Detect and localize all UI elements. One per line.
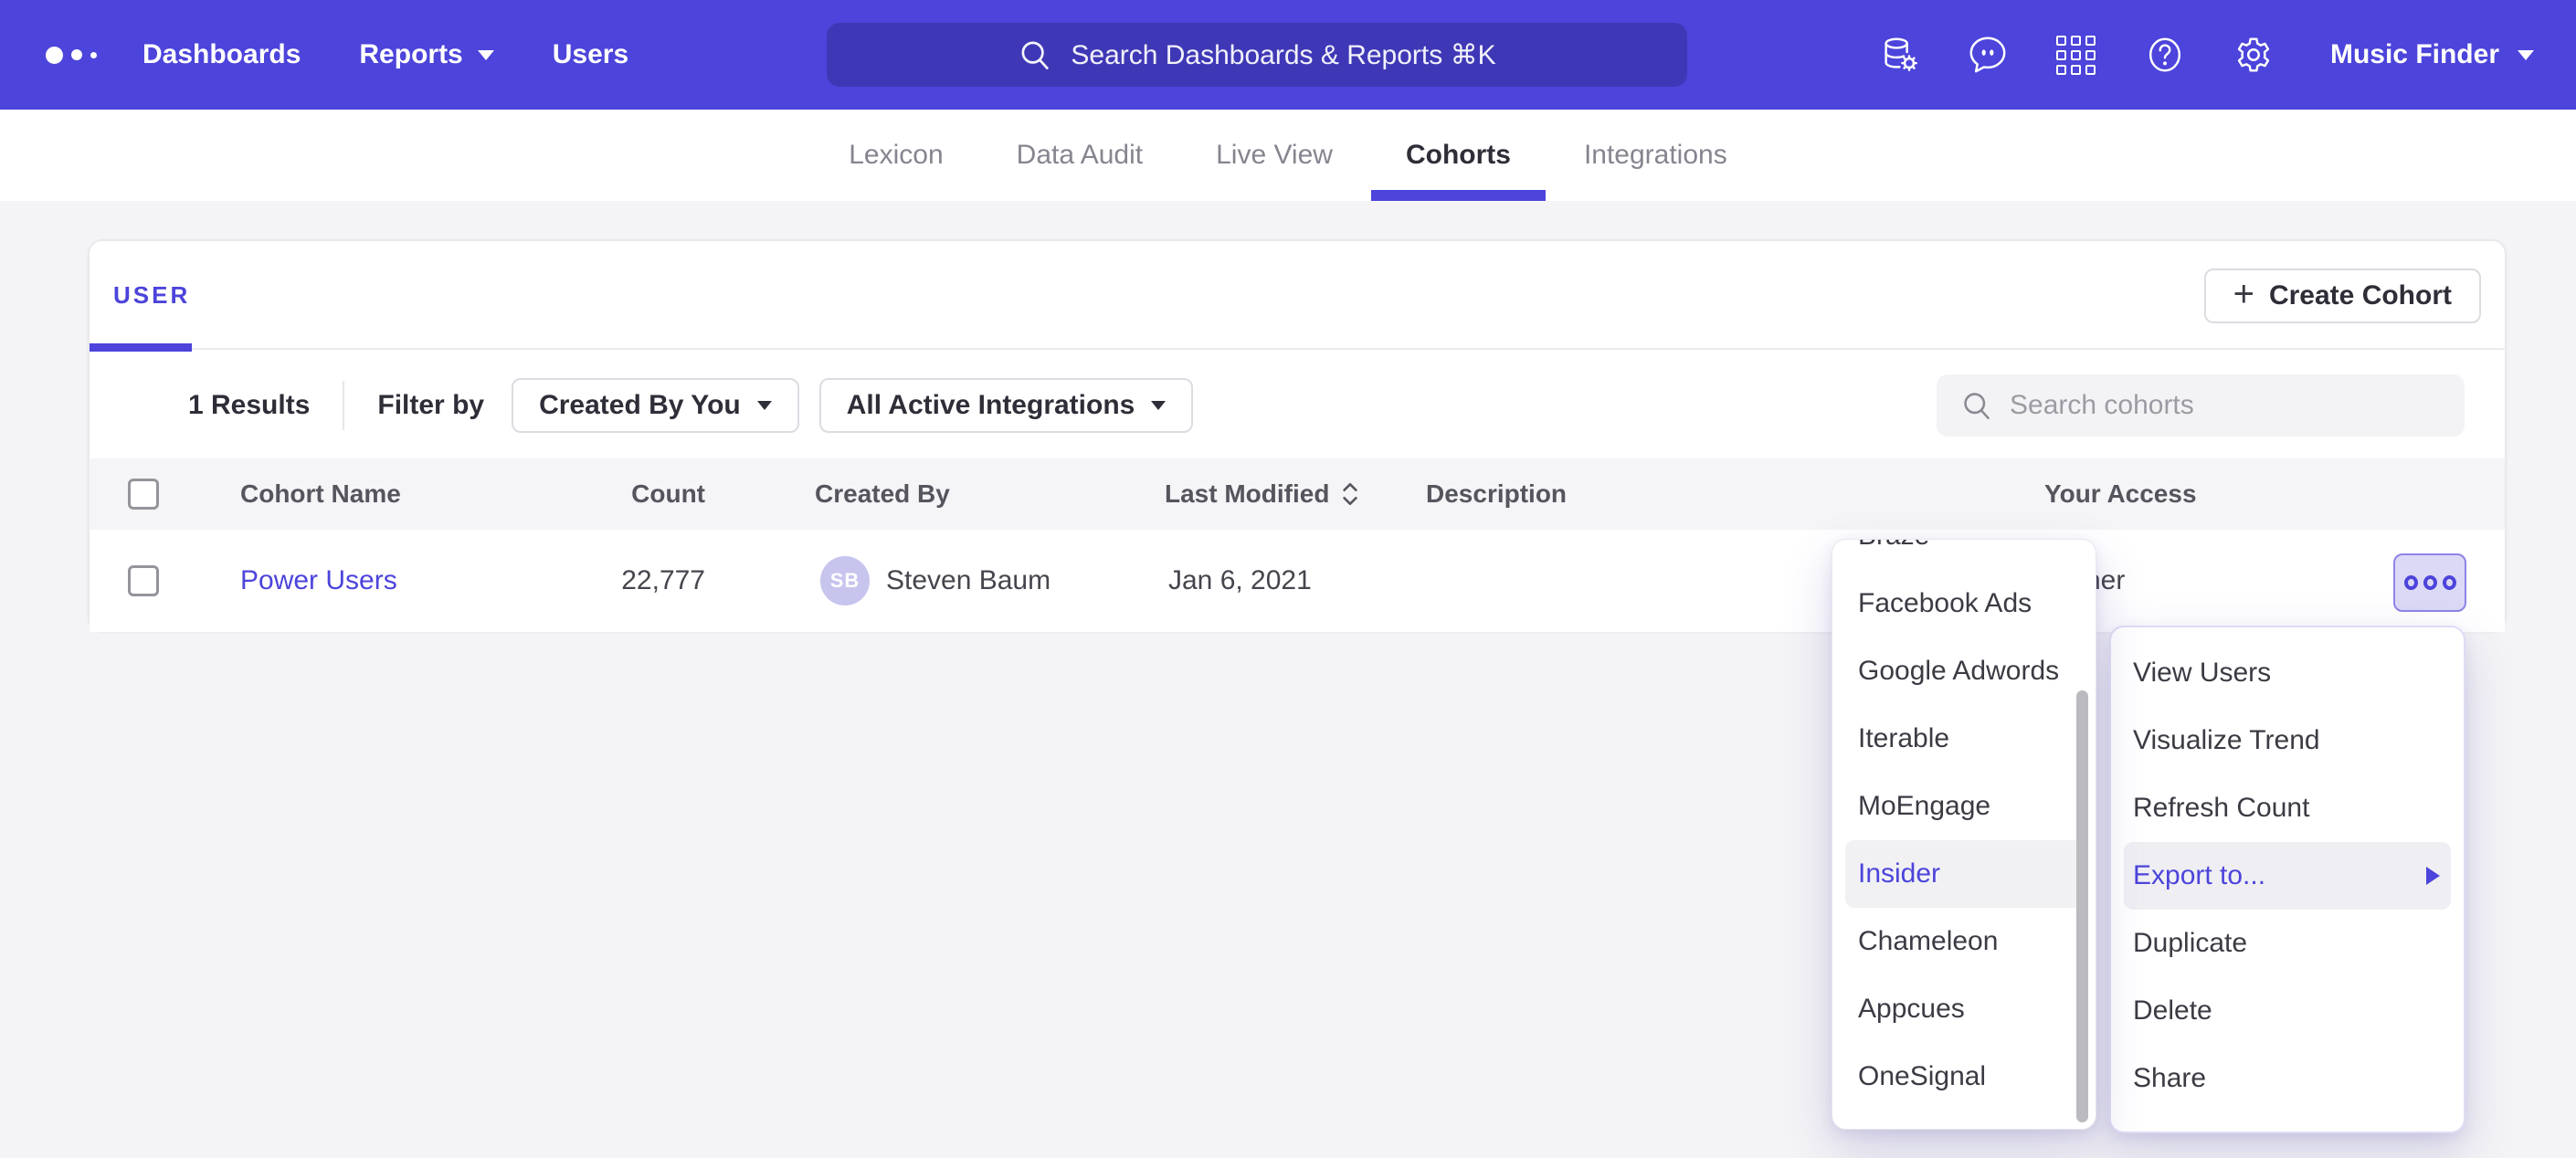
cohorts-search-placeholder: Search cohorts [2010, 390, 2194, 421]
project-switcher[interactable]: Music Finder [2330, 39, 2534, 70]
menu-item-view-users[interactable]: View Users [2124, 639, 2451, 707]
submenu-item-moengage[interactable]: MoEngage [1845, 773, 2083, 840]
create-cohort-button[interactable]: + Create Cohort [2204, 268, 2481, 323]
menu-item-share[interactable]: Share [2124, 1045, 2451, 1112]
ellipsis-icon [2404, 575, 2418, 590]
filter-toolbar: 1 Results Filter by Created By You All A… [90, 352, 2505, 458]
tab-data-audit[interactable]: Data Audit [1017, 110, 1143, 201]
menu-item-delete[interactable]: Delete [2124, 977, 2451, 1045]
submenu-item-onesignal[interactable]: OneSignal [1845, 1043, 2083, 1111]
export-to-label: Export to... [2133, 860, 2265, 891]
select-all-checkbox[interactable] [128, 479, 159, 510]
column-header-your-access: Your Access [2044, 458, 2197, 530]
cohorts-search-input[interactable]: Search cohorts [1937, 374, 2465, 437]
submenu-item-braze[interactable]: Braze [1845, 539, 2083, 570]
cohorts-panel: USER + Create Cohort 1 Results Filter by… [88, 239, 2507, 632]
feedback-icon[interactable] [1967, 34, 2009, 76]
chevron-down-icon [478, 50, 494, 60]
row-actions-button[interactable] [2393, 553, 2466, 612]
created-by-filter-dropdown[interactable]: Created By You [512, 378, 799, 433]
cohort-count: 22,777 [546, 530, 705, 632]
submenu-item-appcues[interactable]: Appcues [1845, 975, 2083, 1043]
brand-logo-dots-icon[interactable] [46, 0, 97, 110]
results-count: 1 Results [188, 390, 310, 421]
created-by-filter-label: Created By You [539, 390, 741, 421]
nav-users[interactable]: Users [553, 39, 628, 70]
nav-dashboards[interactable]: Dashboards [143, 39, 301, 70]
plus-icon: + [2233, 276, 2254, 312]
menu-item-export-to[interactable]: Export to... [2124, 842, 2451, 910]
submenu-item-facebook-ads[interactable]: Facebook Ads [1845, 570, 2083, 637]
settings-gear-icon[interactable] [2233, 34, 2275, 76]
last-modified-label: Last Modified [1165, 479, 1329, 509]
nav-users-label: Users [553, 39, 628, 70]
global-search-placeholder: Search Dashboards & Reports ⌘K [1071, 39, 1495, 71]
search-icon [1960, 389, 1993, 422]
chevron-down-icon [1151, 401, 1166, 410]
tab-live-view[interactable]: Live View [1216, 110, 1333, 201]
export-destinations-submenu: Braze Facebook Ads Google Adwords Iterab… [1832, 539, 2096, 1130]
chevron-down-icon [2518, 50, 2534, 60]
data-settings-icon[interactable] [1878, 34, 1920, 76]
integrations-filter-label: All Active Integrations [847, 390, 1135, 421]
primary-nav: Dashboards Reports Users [143, 0, 628, 110]
submenu-item-iterable[interactable]: Iterable [1845, 705, 2083, 773]
logo-dot-medium [71, 49, 82, 60]
create-cohort-label: Create Cohort [2269, 280, 2452, 311]
apps-grid-icon[interactable] [2055, 34, 2097, 76]
help-icon[interactable] [2144, 34, 2186, 76]
apps-grid-glyph [2056, 36, 2096, 75]
tab-cohorts[interactable]: Cohorts [1406, 110, 1511, 201]
logo-dot-small [90, 52, 97, 58]
logo-dot-large [46, 47, 63, 64]
submenu-item-insider[interactable]: Insider [1845, 840, 2083, 908]
cohort-table-row: Power Users 22,777 SB Steven Baum Jan 6,… [90, 530, 2505, 632]
tab-user-cohorts[interactable]: USER [90, 241, 190, 350]
sort-icon[interactable] [1340, 480, 1360, 508]
column-header-cohort-name: Cohort Name [240, 458, 401, 530]
export-destinations-list: Braze Facebook Ads Google Adwords Iterab… [1832, 539, 2096, 1111]
chevron-down-icon [757, 401, 772, 410]
column-header-last-modified[interactable]: Last Modified [1165, 458, 1360, 530]
tab-lexicon[interactable]: Lexicon [849, 110, 943, 201]
nav-dashboards-label: Dashboards [143, 39, 301, 70]
divider [343, 381, 344, 430]
row-context-menu: View Users Visualize Trend Refresh Count… [2109, 626, 2465, 1133]
row-checkbox[interactable] [128, 565, 159, 596]
submenu-arrow-icon [2426, 867, 2440, 885]
submenu-item-google-adwords[interactable]: Google Adwords [1845, 637, 2083, 705]
search-icon [1018, 37, 1052, 72]
section-tabs: Lexicon Data Audit Live View Cohorts Int… [0, 110, 2576, 201]
submenu-item-chameleon[interactable]: Chameleon [1845, 908, 2083, 975]
column-header-count: Count [546, 458, 705, 530]
cohort-name-link[interactable]: Power Users [240, 530, 397, 632]
project-name: Music Finder [2330, 39, 2499, 70]
column-header-created-by: Created By [815, 458, 950, 530]
filter-by-label: Filter by [377, 390, 484, 421]
submenu-scrollbar-thumb[interactable] [2076, 690, 2088, 1122]
nav-reports-label: Reports [359, 39, 462, 70]
top-navigation-bar: Dashboards Reports Users Search Dashboar… [0, 0, 2576, 110]
table-header-row: Cohort Name Count Created By Last Modifi… [90, 458, 2505, 530]
global-search-input[interactable]: Search Dashboards & Reports ⌘K [827, 23, 1687, 87]
tab-integrations[interactable]: Integrations [1584, 110, 1727, 201]
menu-item-refresh-count[interactable]: Refresh Count [2124, 774, 2451, 842]
column-header-description: Description [1426, 458, 1567, 530]
creator-name: Steven Baum [886, 530, 1050, 632]
menu-item-visualize-trend[interactable]: Visualize Trend [2124, 707, 2451, 774]
cohort-type-tabstrip: USER + Create Cohort [90, 241, 2505, 350]
creator-avatar: SB [820, 556, 870, 605]
nav-reports[interactable]: Reports [359, 39, 493, 70]
last-modified-date: Jan 6, 2021 [1168, 530, 1312, 632]
menu-item-duplicate[interactable]: Duplicate [2124, 910, 2451, 977]
integrations-filter-dropdown[interactable]: All Active Integrations [819, 378, 1194, 433]
topbar-utilities: Music Finder [1878, 0, 2534, 110]
